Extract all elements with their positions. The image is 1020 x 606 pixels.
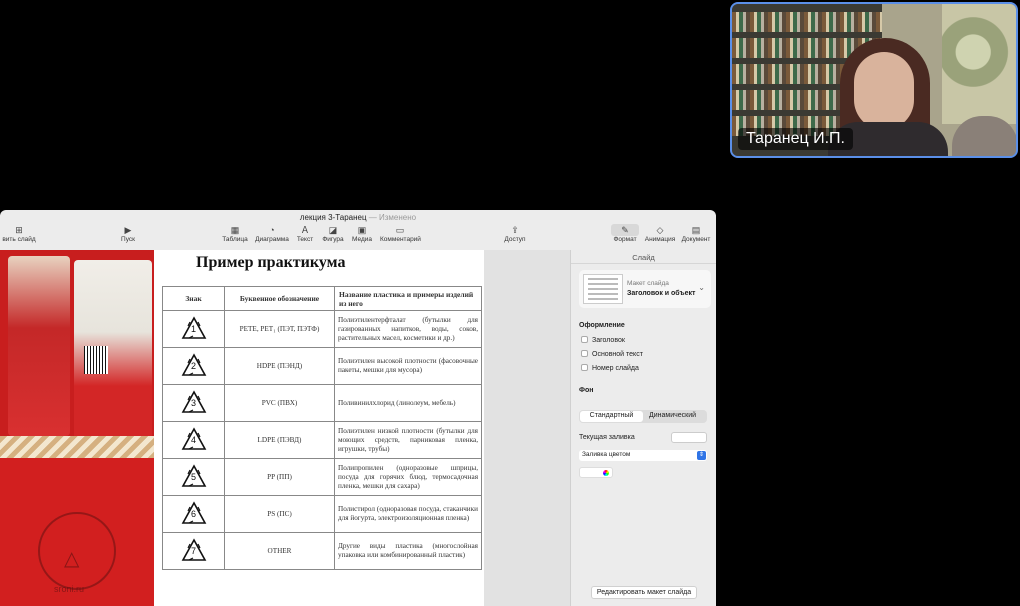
table-row: 1 PETE, PET₁ (ПЭТ, ПЭТФ) Полиэтилентерфтал… — [162, 310, 482, 348]
background-dynamic-option[interactable]: Динамический — [649, 412, 696, 419]
recycle-triangle-icon: 6 — [181, 501, 207, 525]
recycle-triangle-icon: 5 — [181, 464, 207, 488]
plastic-code-cell: PS (ПС) — [224, 495, 335, 533]
comment-button[interactable]: ▭ Комментарий — [380, 224, 421, 243]
document-title: лекция 3-Таранец — [299, 213, 367, 222]
participant-name-label: Таранец И.П. — [738, 128, 853, 150]
diamond-icon: ◇ — [656, 225, 664, 235]
recycle-icon: △ — [64, 548, 80, 570]
document-button[interactable]: ▤ Документ — [676, 224, 716, 243]
toolbar: ⊞ вить слайд ▶ Пуск ▦ Таблица ◔ Диаграмм… — [0, 224, 716, 248]
recycle-triangle-icon: 2 — [181, 353, 207, 377]
color-picker-button[interactable] — [579, 467, 613, 478]
table-header-name: Название пластика и примеры изделий из н… — [334, 286, 482, 311]
format-button[interactable]: ✎ Формат — [605, 224, 645, 243]
recycle-triangle-icon: 7 — [181, 538, 207, 562]
barcode — [84, 346, 108, 374]
color-wheel-icon — [603, 470, 609, 476]
fill-type-select[interactable]: Заливка цветом ⇕ — [579, 450, 707, 461]
body-checkbox[interactable]: Основной текст — [581, 350, 643, 358]
background-heading: Фон — [579, 387, 594, 394]
add-slide-icon: ⊞ — [15, 225, 23, 235]
recycle-symbol-cell: 7 — [162, 532, 225, 570]
recycle-triangle-icon: 4 — [181, 427, 207, 451]
table-row: 3 PVC (ПВХ) Поливинилхлорид (линолеум, меб… — [162, 384, 482, 422]
plastic-code-cell: OTHER — [224, 532, 335, 570]
plastic-code-cell: PETE, PET₁ (ПЭТ, ПЭТФ) — [224, 310, 335, 348]
media-button[interactable]: ▣ Медиа — [342, 224, 382, 243]
recycle-symbol-cell: 2 — [162, 347, 225, 385]
participant-video-tile[interactable]: Таранец И.П. — [730, 2, 1018, 158]
chevron-down-icon: ⌄ — [698, 283, 705, 292]
plastic-description-cell: Полиэтилентерфталат (бутылки для газиров… — [334, 310, 482, 348]
plastic-code-cell: HDPE (ПЭНД) — [224, 347, 335, 385]
add-slide-button[interactable]: ⊞ вить слайд — [0, 224, 44, 243]
paintbrush-icon: ✎ — [611, 224, 639, 236]
play-icon: ▶ — [124, 225, 132, 235]
plastic-description-cell: Полипропилен (одноразовые шприцы, посуда… — [334, 458, 482, 496]
document-icon: ▤ — [691, 225, 701, 235]
recycle-triangle-icon: 3 — [181, 390, 207, 414]
packaging-photo: △ sroni.ru — [0, 250, 154, 606]
meeting-stage: Таранец И.П. лекция 3-Таранец — Изменено… — [0, 0, 1020, 606]
edit-slide-layout-button[interactable]: Редактировать макет слайда — [591, 586, 697, 599]
plastic-description-cell: Полистирол (одноразовая посуда, стаканчи… — [334, 495, 482, 533]
table-row: 7 OTHER Другие виды пластика (многослойная… — [162, 532, 482, 570]
slide-layout-picker[interactable]: Макет слайда Заголовок и объект ⌄ — [579, 270, 711, 308]
current-fill-label: Текущая заливка — [579, 434, 635, 441]
animate-button[interactable]: ◇ Анимация — [640, 224, 680, 243]
recycle-triangle-icon: 1 — [181, 316, 207, 340]
share-icon: ⇪ — [511, 225, 519, 235]
slide-title: Пример практикума — [196, 254, 346, 271]
window-title: лекция 3-Таранец — Изменено — [299, 213, 417, 222]
slide-canvas[interactable]: △ sroni.ru Пример практикума Знак Буквен… — [0, 250, 484, 606]
table-header-sign: Знак — [162, 286, 225, 311]
layout-thumbnail — [583, 274, 623, 304]
media-icon: ▣ — [357, 225, 367, 235]
plastic-description-cell: Другие виды пластика (многослойная упако… — [334, 532, 482, 570]
plastic-code-cell: LDPE (ПЭВД) — [224, 421, 335, 459]
table-row: 6 PS (ПС) Полистирол (одноразовая посуда, … — [162, 495, 482, 533]
share-button[interactable]: ⇪ Доступ — [495, 224, 535, 243]
recycle-symbol-cell: 3 — [162, 384, 225, 422]
table-icon: ▦ — [230, 225, 240, 235]
recycle-symbol-cell: 6 — [162, 495, 225, 533]
plastic-description-cell: Поливинилхлорид (линолеум, мебель) — [334, 384, 482, 422]
plastic-code-cell: PVC (ПВХ) — [224, 384, 335, 422]
photo-watermark: sroni.ru — [54, 584, 85, 594]
play-button[interactable]: ▶ Пуск — [108, 224, 148, 243]
title-checkbox[interactable]: Заголовок — [581, 336, 625, 344]
background-standard-option[interactable]: Стандартный — [580, 411, 643, 422]
slide-number-checkbox[interactable]: Номер слайда — [581, 364, 639, 372]
plastic-code-cell: PP (ПП) — [224, 458, 335, 496]
recycle-symbol-cell: 5 — [162, 458, 225, 496]
edited-status: Изменено — [379, 213, 417, 222]
select-arrows-icon: ⇕ — [697, 451, 706, 460]
keynote-window: лекция 3-Таранец — Изменено ⊞ вить слайд… — [0, 210, 716, 606]
format-inspector: Слайд Макет слайда Заголовок и объект ⌄ … — [570, 250, 716, 606]
comment-icon: ▭ — [395, 225, 405, 235]
appearance-heading: Оформление — [579, 322, 625, 329]
table-row: 5 PP (ПП) Полипропилен (одноразовые шприцы… — [162, 458, 482, 496]
current-fill-swatch[interactable] — [671, 432, 707, 443]
recycle-symbol-cell: 1 — [162, 310, 225, 348]
tab-slide[interactable]: Слайд — [571, 250, 716, 264]
table-row: 2 HDPE (ПЭНД) Полиэтилен высокой плотности… — [162, 347, 482, 385]
table-header-code: Буквенное обозначение — [224, 286, 335, 311]
table-row: 4 LDPE (ПЭВД) Полиэтилен низкой плотности … — [162, 421, 482, 459]
table-button[interactable]: ▦ Таблица — [215, 224, 255, 243]
background-segmented-control: Стандартный Динамический — [579, 410, 707, 423]
plastic-description-cell: Полиэтилен высокой плотности (фасовочные… — [334, 347, 482, 385]
plastics-table: Знак Буквенное обозначение Название плас… — [162, 286, 482, 570]
plastic-description-cell: Полиэтилен низкой плотности (бутылки для… — [334, 421, 482, 459]
recycle-symbol-cell: 4 — [162, 421, 225, 459]
